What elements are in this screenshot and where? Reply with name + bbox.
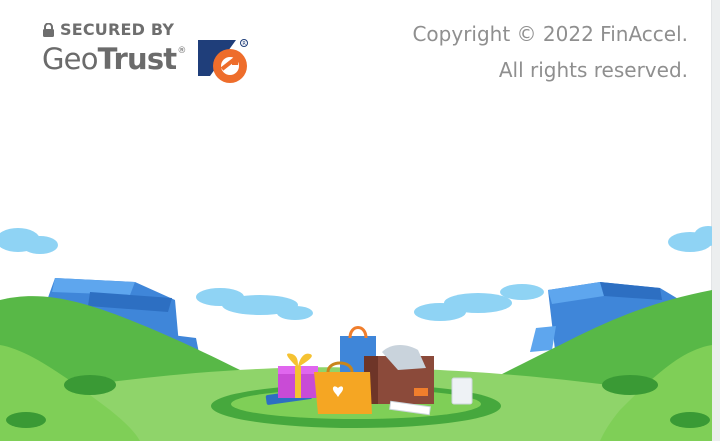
cloud-left [0, 228, 58, 254]
scrollbar[interactable] [711, 0, 720, 441]
shopping-landscape-illustration [0, 226, 712, 441]
cloud-right [668, 226, 712, 252]
cloud-center-left [196, 288, 313, 320]
cloud-center-right [414, 284, 544, 321]
